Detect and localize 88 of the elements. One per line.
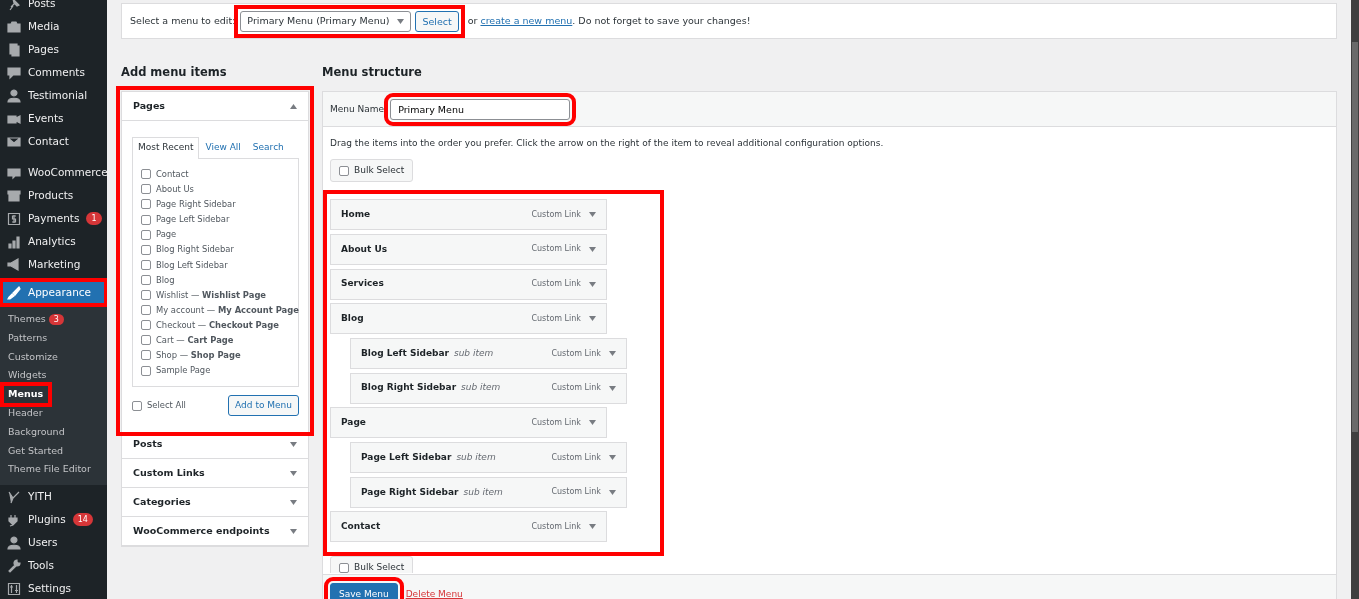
item-type: Custom Link xyxy=(531,243,581,256)
submenu-item[interactable]: Header xyxy=(0,404,107,423)
item-type: Custom Link xyxy=(531,278,581,291)
sidebar-item[interactable]: YITH xyxy=(0,485,107,509)
checkbox-label: Contact xyxy=(156,168,189,181)
sidebar-item[interactable]: WooCommerce xyxy=(0,161,107,184)
menu-item-bar[interactable]: About Us Custom Link xyxy=(330,233,607,265)
checkbox-label: My account — My Account Page xyxy=(156,303,299,317)
item-type: Custom Link xyxy=(531,520,581,533)
item-note: sub item xyxy=(463,485,503,499)
submenu-item[interactable]: Menus xyxy=(3,385,50,404)
checkbox-label: Cart — Cart Page xyxy=(156,334,234,347)
checkbox-label: Page Right Sidebar xyxy=(156,198,236,211)
accordion-header[interactable]: Categories xyxy=(122,488,308,518)
sidebar-item[interactable]: Products xyxy=(0,184,107,207)
sidebar-item[interactable]: Settings xyxy=(0,577,107,599)
accordion-header[interactable]: WooCommerce endpoints xyxy=(122,517,308,547)
sidebar-item[interactable]: Pages xyxy=(0,38,107,61)
submenu-item[interactable]: Get Started xyxy=(0,441,107,461)
bulk-select-button[interactable]: Bulk Select xyxy=(330,556,414,574)
item-note: sub item xyxy=(461,381,501,395)
menu-item-bar[interactable]: Blog Custom Link xyxy=(330,303,607,335)
accordion-header[interactable]: Pages xyxy=(122,92,308,122)
item-type: Custom Link xyxy=(551,486,601,499)
item-note: sub item xyxy=(456,450,496,464)
add-to-menu-button[interactable]: Add to Menu xyxy=(228,394,299,417)
sidebar-item[interactable]: Events xyxy=(0,107,107,130)
item-type: Custom Link xyxy=(551,347,601,360)
submenu-item[interactable]: Theme File Editor xyxy=(0,460,107,480)
delete-menu-link[interactable]: Delete Menu xyxy=(405,587,463,599)
section-heading: Add menu items xyxy=(121,64,228,81)
checkbox-label: About Us xyxy=(156,183,194,196)
sidebar-item[interactable]: Plugins 14 xyxy=(0,508,107,532)
accordion-header[interactable]: Posts xyxy=(122,430,308,460)
item-type: Custom Link xyxy=(551,382,601,395)
instruction-text: Drag the items into the order you prefer. Click the arrow on the right of the item to reveal additional configuration options. xyxy=(330,137,885,151)
bulk-select-button[interactable]: Bulk Select xyxy=(330,158,414,183)
item-type: Custom Link xyxy=(531,416,581,429)
checkbox-label: Wishlist — Wishlist Page xyxy=(156,288,267,302)
hint-text: or create a new menu. Do not forget to save your changes! xyxy=(467,13,751,28)
item-type: Custom Link xyxy=(531,312,581,325)
sidebar-item[interactable]: Payments 1 xyxy=(0,207,107,230)
sidebar-item[interactable]: Tools xyxy=(0,554,107,578)
menu-item-bar[interactable]: Services Custom Link xyxy=(330,268,607,300)
item-type: Custom Link xyxy=(551,451,601,464)
checkbox-label: Blog Left Sidebar xyxy=(156,258,228,272)
submenu-item[interactable]: Patterns xyxy=(0,328,107,348)
menu-item-bar[interactable]: Page Right Sidebar sub item Custom Link xyxy=(350,476,627,508)
menu-item-bar[interactable]: Page Custom Link xyxy=(330,407,607,439)
checkbox-label: Blog Right Sidebar xyxy=(156,243,234,257)
menu-item-bar[interactable]: Home Custom Link xyxy=(330,199,607,231)
checkbox-label: Shop — Shop Page xyxy=(156,349,241,362)
count-badge: 1 xyxy=(86,212,102,225)
count-badge: 3 xyxy=(48,314,64,325)
submenu-item[interactable]: Widgets xyxy=(0,366,107,386)
tab[interactable]: Search xyxy=(246,137,290,158)
sidebar-item[interactable]: Comments xyxy=(0,61,107,84)
count-badge: 14 xyxy=(72,513,93,527)
menu-item-bar[interactable]: Contact Custom Link xyxy=(330,511,607,543)
checkbox-label: Sample Page xyxy=(156,364,211,377)
sidebar-item[interactable]: Contact xyxy=(0,130,107,153)
tab[interactable]: View All xyxy=(199,137,247,158)
checkbox-label: Page Left Sidebar xyxy=(156,213,230,226)
tab[interactable]: Most Recent xyxy=(132,137,200,159)
menu-item-bar[interactable]: Page Left Sidebar sub item Custom Link xyxy=(350,442,627,474)
sidebar-item[interactable]: Marketing xyxy=(0,253,107,276)
submenu-item[interactable]: Background xyxy=(0,422,107,442)
sidebar-item[interactable]: Users xyxy=(0,531,107,555)
checkbox-label: Checkout — Checkout Page xyxy=(156,318,279,332)
submenu-item[interactable]: Customize xyxy=(0,347,107,367)
submenu-item[interactable]: Themes 3 xyxy=(0,310,107,329)
item-note: sub item xyxy=(453,346,494,360)
menu-item-bar[interactable]: Blog Right Sidebar sub item Custom Link xyxy=(350,372,627,404)
checkbox-label: Select All xyxy=(147,399,186,412)
sidebar-item[interactable]: Analytics xyxy=(0,230,107,253)
section-heading: Menu structure xyxy=(322,64,423,81)
select-label: Select a menu to edit: xyxy=(130,13,236,28)
select-button[interactable]: Select xyxy=(415,10,459,32)
sidebar-item[interactable]: Media xyxy=(0,15,107,38)
menu-item-bar[interactable]: Blog Left Sidebar sub item Custom Link xyxy=(350,338,627,369)
sidebar-item[interactable]: Appearance xyxy=(0,279,107,306)
accordion-header[interactable]: Custom Links xyxy=(122,459,308,489)
item-type: Custom Link xyxy=(531,208,581,221)
sidebar-item[interactable]: Testimonial xyxy=(0,84,107,107)
checkbox-label: Blog xyxy=(156,273,175,287)
field-label: Menu Name xyxy=(330,102,385,116)
checkbox-label: Page xyxy=(156,228,177,241)
menu-dropdown[interactable]: Primary Menu (Primary Menu) xyxy=(240,10,412,32)
